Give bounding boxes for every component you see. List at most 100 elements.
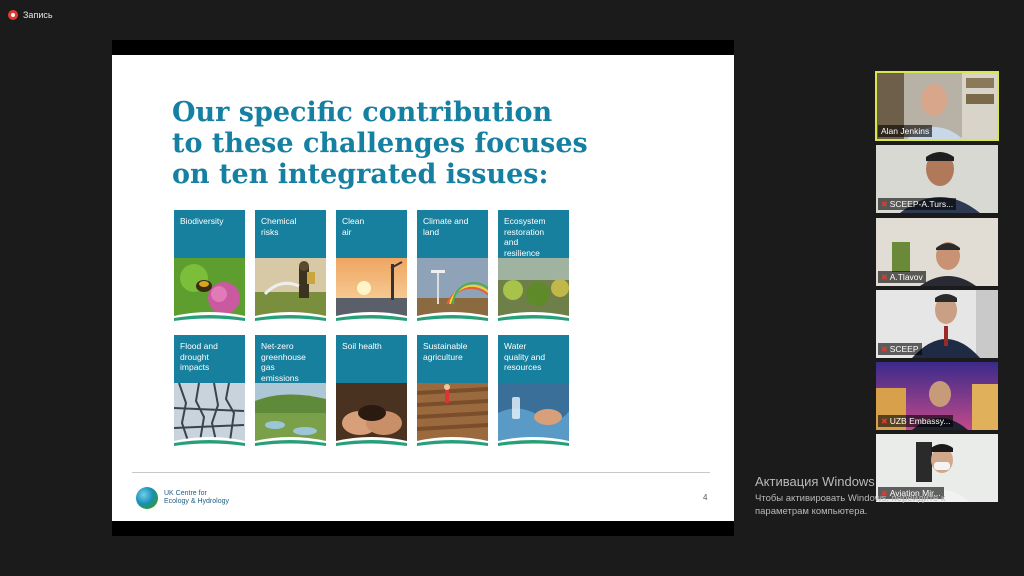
title-line: to these challenges focuses (172, 128, 588, 159)
tile-label-line: Flood and (180, 341, 218, 351)
peatland-image (255, 383, 326, 441)
participant-tile-alan-jenkins[interactable]: Alan Jenkins (875, 71, 999, 141)
shared-screen[interactable]: Our specific contribution to these chall… (112, 40, 734, 536)
tile-label: Sustainable agriculture (417, 335, 488, 383)
tile-label-line: Sustainable (423, 341, 468, 351)
tile-label-line: restoration (504, 226, 545, 237)
tile-label-line: Water (504, 341, 527, 351)
tile-label-line: land (423, 226, 440, 237)
hands-holding-soil-image (336, 383, 407, 441)
slide-page-number: 4 (703, 493, 708, 502)
rainbow-weather-station-image (417, 258, 488, 316)
participant-name: UZB Embassy... (889, 416, 951, 426)
tile-chemical-risks: Chemical risks (255, 210, 326, 326)
tile-label: Climate and land (417, 210, 488, 258)
crop-spraying-image (255, 258, 326, 316)
participant-tile-uzb-embassy[interactable]: ✖ UZB Embassy... (876, 362, 998, 430)
participant-name: SCEEP (889, 344, 919, 354)
record-icon (8, 10, 18, 20)
tile-biodiversity: Biodiversity (174, 210, 245, 326)
participant-name-tag: ✖ A.Tlavov (878, 271, 926, 283)
ukceh-logo: UK Centre for Ecology & Hydrology (136, 487, 229, 509)
tile-wave (498, 437, 569, 451)
tile-label: Flood and drought impacts (174, 335, 245, 383)
participant-name-tag: ✖ SCEEP-A.Turs... (878, 198, 957, 210)
watermark-line: параметрам компьютера. (755, 506, 868, 517)
moorland-image (498, 258, 569, 316)
tile-label: Water quality and resources (498, 335, 569, 383)
issues-grid: Biodiversity Chemical risks Clean air Cl… (174, 210, 569, 451)
windows-activation-watermark: Активация Windows Чтобы активировать Win… (755, 474, 1015, 518)
participant-name: A.Tlavov (889, 272, 923, 282)
tile-label-line: greenhouse (261, 351, 306, 362)
tile-climate-and-land: Climate and land (417, 210, 488, 326)
tile-label: Biodiversity (174, 210, 245, 258)
tile-label-line: risks (261, 226, 279, 237)
tile-label: Net-zero greenhouse gas emissions (255, 335, 326, 383)
slide-divider (132, 472, 710, 473)
slide-title: Our specific contribution to these chall… (172, 97, 632, 190)
tile-label-line: resources (504, 362, 542, 372)
participant-tile-a-tlavov[interactable]: ✖ A.Tlavov (876, 218, 998, 286)
tile-water-quality: Water quality and resources (498, 335, 569, 451)
tile-label-line: impacts (180, 362, 210, 372)
tile-clean-air: Clean air (336, 210, 407, 326)
water-sampling-image (498, 383, 569, 441)
recording-label: Запись (23, 10, 53, 20)
participant-tile-sceep[interactable]: ✖ SCEEP (876, 290, 998, 358)
tile-label: Soil health (336, 335, 407, 383)
tile-label-line: emissions (261, 372, 299, 383)
muted-mic-icon: ✖ (881, 272, 888, 282)
recording-indicator: Запись (8, 8, 53, 22)
tile-flood-and-drought: Flood and drought impacts (174, 335, 245, 451)
tile-label: Clean air (336, 210, 407, 258)
tile-label-line: gas (261, 362, 275, 372)
tile-label-line: Net-zero (261, 341, 294, 351)
presentation-slide: Our specific contribution to these chall… (112, 55, 734, 521)
tile-label-line: Climate and (423, 216, 469, 226)
tile-wave (336, 437, 407, 451)
tile-label-line: quality and (504, 351, 546, 362)
tile-label: Chemical risks (255, 210, 326, 258)
tile-label: Ecosystem restoration and resilience (498, 210, 569, 258)
title-line: on ten integrated issues: (172, 159, 549, 190)
tile-label-line: and (504, 237, 519, 247)
tile-label-line: Clean (342, 216, 365, 226)
cracked-earth-image (174, 383, 245, 441)
logo-text: UK Centre for Ecology & Hydrology (164, 490, 229, 507)
participant-tile-sceep-a-turs[interactable]: ✖ SCEEP-A.Turs... (876, 145, 998, 213)
watermark-title: Активация Windows (755, 474, 875, 489)
tile-net-zero-emissions: Net-zero greenhouse gas emissions (255, 335, 326, 451)
muted-mic-icon: ✖ (881, 416, 888, 426)
globe-logo-icon (136, 487, 158, 509)
tile-label-line: agriculture (423, 351, 463, 362)
tile-wave (417, 437, 488, 451)
tile-soil-health: Soil health (336, 335, 407, 451)
participant-name-tag: ✖ UZB Embassy... (878, 415, 954, 427)
participant-name-tag: Alan Jenkins (878, 125, 933, 137)
tile-label-line: resilience (504, 247, 540, 258)
tile-sustainable-agriculture: Sustainable agriculture (417, 335, 488, 451)
tile-label-line: air (342, 226, 352, 237)
field-rows-image (417, 383, 488, 441)
logo-line: Ecology & Hydrology (164, 498, 229, 505)
tile-wave (255, 312, 326, 326)
participant-name: SCEEP-A.Turs... (889, 199, 954, 209)
tile-label-line: Ecosystem (504, 216, 546, 226)
tile-ecosystem-restoration: Ecosystem restoration and resilience (498, 210, 569, 326)
muted-mic-icon: ✖ (881, 344, 888, 354)
tile-wave (417, 312, 488, 326)
bee-on-clover-image (174, 258, 245, 316)
tile-label-line: Chemical (261, 216, 297, 226)
muted-mic-icon: ✖ (881, 199, 888, 209)
tile-wave (255, 437, 326, 451)
logo-line: UK Centre for (164, 489, 207, 497)
tile-label-line: drought (180, 351, 209, 362)
tile-wave (336, 312, 407, 326)
city-sunset-image (336, 258, 407, 316)
tile-label-line: Biodiversity (180, 216, 224, 226)
tile-wave (174, 312, 245, 326)
participant-name-tag: ✖ SCEEP (878, 343, 922, 355)
title-line: Our specific contribution (172, 97, 553, 128)
watermark-line: Чтобы активировать Windows, перейдите к (755, 493, 946, 504)
